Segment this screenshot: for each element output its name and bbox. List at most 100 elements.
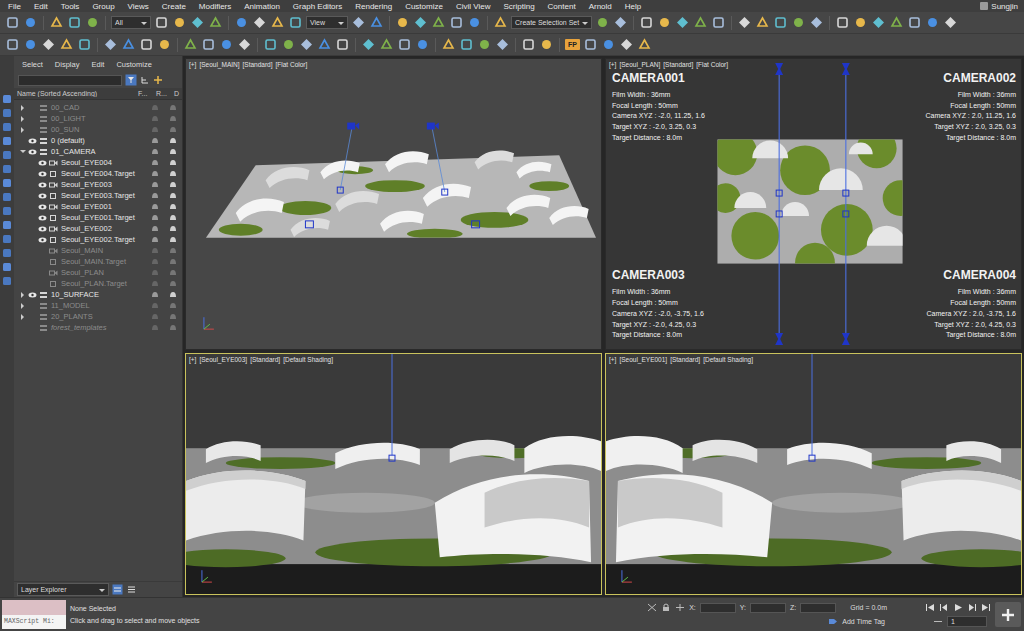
- menu-item[interactable]: File: [8, 2, 21, 11]
- expander-icon[interactable]: [21, 127, 27, 133]
- viewport[interactable]: [+][Seoul_PLAN][Standard][Flat Color]CAM…: [605, 58, 1022, 350]
- array-icon[interactable]: [477, 37, 492, 52]
- freeze-icon[interactable]: [151, 192, 159, 199]
- helper-icon[interactable]: [157, 37, 172, 52]
- render-teapot-icon[interactable]: [169, 159, 177, 166]
- freeze-icon[interactable]: [151, 269, 159, 276]
- render-teapot-icon[interactable]: [169, 258, 177, 265]
- command-panel-icon[interactable]: [2, 150, 12, 160]
- explorer-tab[interactable]: Customize: [116, 60, 151, 69]
- undo-icon[interactable]: [5, 15, 20, 30]
- civil-d-icon[interactable]: [889, 15, 904, 30]
- expander[interactable]: [28, 158, 37, 167]
- viewport-label-item[interactable]: [Standard]: [663, 61, 693, 68]
- current-frame-field[interactable]: 1: [947, 616, 987, 627]
- freeze-icon[interactable]: [151, 247, 159, 254]
- search-field[interactable]: [18, 75, 122, 86]
- leaf-icon[interactable]: [317, 37, 332, 52]
- explorer-tab[interactable]: Display: [55, 60, 80, 69]
- viewport-label-item[interactable]: [+]: [189, 356, 196, 363]
- viewport-label-item[interactable]: [Default Shading]: [703, 356, 753, 363]
- maxscript-mini[interactable]: MAXScript Mi:: [2, 615, 66, 630]
- spinner-snap-icon[interactable]: [467, 15, 482, 30]
- expander[interactable]: [28, 268, 37, 277]
- menu-item[interactable]: Scripting: [503, 2, 534, 11]
- expander[interactable]: [18, 147, 27, 156]
- render-teapot-icon[interactable]: [169, 115, 177, 122]
- viewport-label-item[interactable]: [Seoul_MAIN]: [199, 61, 239, 68]
- hierarchy-icon[interactable]: [140, 75, 150, 85]
- render-teapot-icon[interactable]: [169, 214, 177, 221]
- reference-coordinate-dropdown[interactable]: View: [306, 16, 348, 29]
- align-icon[interactable]: [613, 15, 628, 30]
- render-iterative-icon[interactable]: [809, 15, 824, 30]
- selection-set-dropdown[interactable]: Create Selection Set: [511, 16, 592, 29]
- render-teapot-icon[interactable]: [169, 137, 177, 144]
- menu-item[interactable]: Animation: [244, 2, 280, 11]
- viewport-label-item[interactable]: [+]: [609, 356, 616, 363]
- expander[interactable]: [28, 246, 37, 255]
- expander[interactable]: [18, 103, 27, 112]
- coord-field[interactable]: [750, 603, 786, 613]
- explorer-tab[interactable]: Edit: [91, 60, 104, 69]
- expander[interactable]: [28, 224, 37, 233]
- teapot-icon[interactable]: [5, 37, 20, 52]
- explorer-type-dropdown[interactable]: Layer Explorer: [17, 583, 109, 596]
- camera-scene[interactable]: [606, 354, 1021, 594]
- filter-icon[interactable]: [125, 74, 137, 86]
- manipulate-icon[interactable]: [369, 15, 384, 30]
- explorer-row[interactable]: forest_templates: [14, 322, 182, 333]
- viewport-label-item[interactable]: [Seoul_EYE003]: [199, 356, 247, 363]
- expander[interactable]: [28, 235, 37, 244]
- command-panel-icon[interactable]: [2, 220, 12, 230]
- ribbon-icon[interactable]: [675, 15, 690, 30]
- cloth-icon[interactable]: [415, 37, 430, 52]
- freeze-icon[interactable]: [151, 170, 159, 177]
- scene-explorer-icon[interactable]: [639, 15, 654, 30]
- command-panel-icon[interactable]: [2, 262, 12, 272]
- options-icon[interactable]: [126, 584, 137, 595]
- snaps-icon[interactable]: [413, 15, 428, 30]
- menu-item[interactable]: Views: [128, 2, 149, 11]
- camera-object-icon[interactable]: [347, 123, 359, 130]
- civil-e-icon[interactable]: [907, 15, 922, 30]
- render-teapot-icon[interactable]: [169, 313, 177, 320]
- command-panel-icon[interactable]: [2, 276, 12, 286]
- freeze-icon[interactable]: [151, 302, 159, 309]
- viewport-label-item[interactable]: [+]: [609, 61, 616, 68]
- explorer-row[interactable]: Seoul_EYE001.Target: [14, 212, 182, 223]
- eye-icon[interactable]: [28, 138, 37, 144]
- column-freeze[interactable]: F...: [138, 90, 156, 97]
- render-teapot-icon[interactable]: [169, 324, 177, 331]
- command-panel-icon[interactable]: [2, 136, 12, 146]
- expander[interactable]: [28, 279, 37, 288]
- render-teapot-icon[interactable]: [169, 192, 177, 199]
- pyramid-icon[interactable]: [237, 37, 252, 52]
- layer-explorer-icon[interactable]: [657, 15, 672, 30]
- viewport[interactable]: [+][Seoul_EYE001][Standard][Default Shad…: [605, 353, 1022, 595]
- plan-scene[interactable]: [606, 59, 1021, 349]
- viewport-label-item[interactable]: [Seoul_EYE001]: [619, 356, 667, 363]
- link-icon[interactable]: [49, 15, 64, 30]
- viewport-layouts-button[interactable]: [995, 602, 1021, 627]
- expander-icon[interactable]: [21, 314, 27, 320]
- explorer-tab[interactable]: Select: [22, 60, 43, 69]
- explorer-row[interactable]: Seoul_PLAN: [14, 267, 182, 278]
- civil-g-icon[interactable]: [943, 15, 958, 30]
- viewport-label-item[interactable]: [+]: [189, 61, 196, 68]
- viewport-label-item[interactable]: [Standard]: [243, 61, 273, 68]
- explorer-row[interactable]: 00_LIGHT: [14, 113, 182, 124]
- freeze-icon[interactable]: [151, 126, 159, 133]
- keyboard-icon[interactable]: [395, 15, 410, 30]
- place-icon[interactable]: [288, 15, 303, 30]
- expander[interactable]: [18, 301, 27, 310]
- freeze-icon[interactable]: [151, 214, 159, 221]
- command-panel-icon[interactable]: [2, 178, 12, 188]
- plane-icon[interactable]: [183, 37, 198, 52]
- freeze-icon[interactable]: [151, 236, 159, 243]
- scatter-icon[interactable]: [441, 37, 456, 52]
- settings-icon[interactable]: [521, 37, 536, 52]
- cone-icon[interactable]: [219, 37, 234, 52]
- unlink-icon[interactable]: [67, 15, 82, 30]
- civil-f-icon[interactable]: [925, 15, 940, 30]
